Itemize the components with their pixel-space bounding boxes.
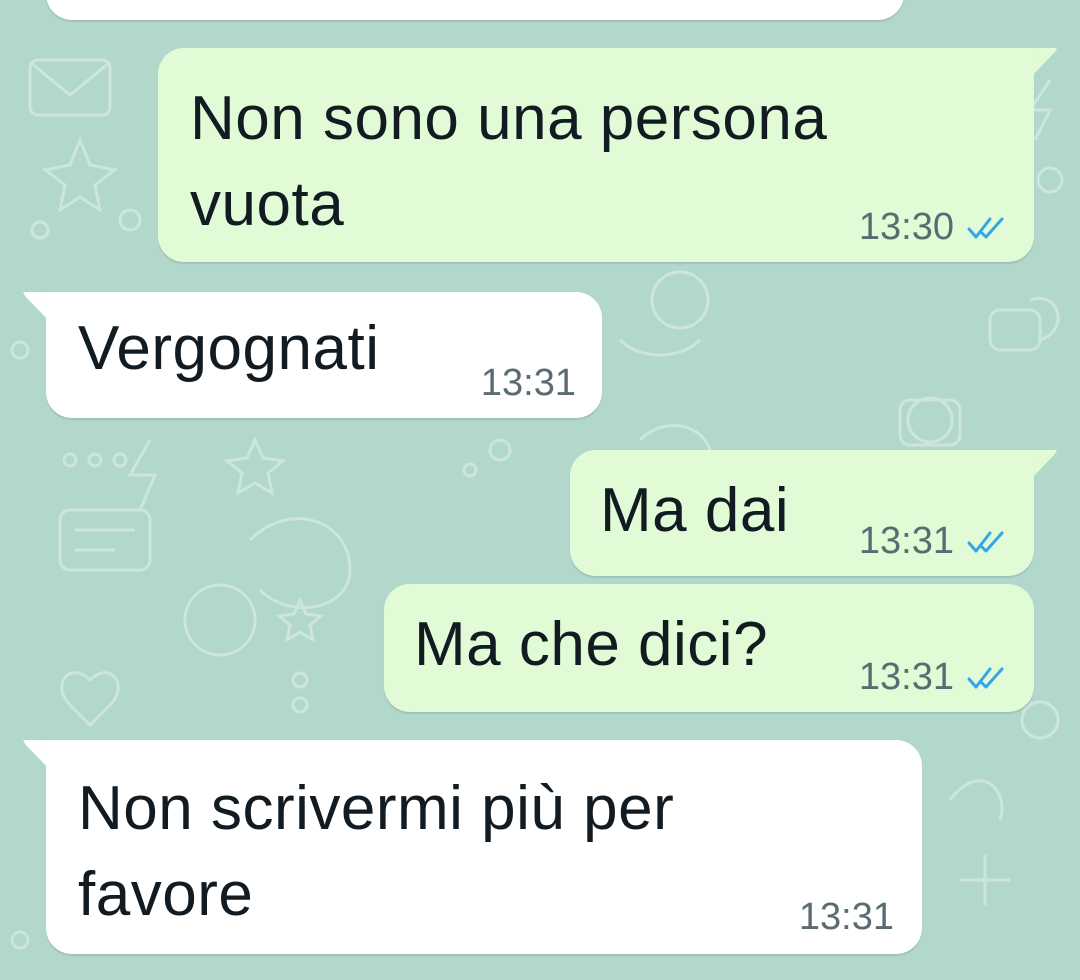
message-text: Non scrivermi più per favore — [78, 774, 675, 929]
cropped-message-bubble[interactable] — [46, 0, 904, 20]
double-check-icon — [967, 217, 1004, 238]
message-meta: 13:30 — [859, 206, 1006, 249]
message-bubble-incoming[interactable]: Vergognati 13:31 — [46, 292, 602, 418]
message-text: Ma dai — [600, 476, 790, 545]
message-bubble-outgoing[interactable]: Ma dai 13:31 — [570, 450, 1034, 576]
message-timestamp: 13:31 — [858, 520, 954, 562]
message-bubble-outgoing[interactable]: Ma che dici? 13:31 — [384, 584, 1034, 712]
double-check-icon — [967, 531, 1004, 552]
message-timestamp: 13:31 — [858, 656, 954, 698]
message-text: Ma che dici? — [414, 610, 769, 679]
message-timestamp-wrap: 13:31 — [481, 362, 576, 405]
message-meta: 13:31 — [859, 656, 1006, 699]
double-check-icon — [967, 667, 1004, 688]
message-text: Non sono una persona vuota — [190, 84, 828, 239]
message-text: Vergognati — [78, 314, 380, 383]
message-timestamp: 13:30 — [858, 206, 954, 248]
message-timestamp-wrap: 13:31 — [799, 896, 894, 939]
message-bubble-outgoing[interactable]: Non sono una persona vuota 13:30 — [158, 48, 1034, 262]
message-meta: 13:31 — [859, 520, 1006, 563]
message-bubble-incoming[interactable]: Non scrivermi più per favore 13:31 — [46, 740, 922, 954]
message-timestamp: 13:31 — [798, 896, 894, 938]
message-timestamp: 13:31 — [480, 362, 576, 404]
